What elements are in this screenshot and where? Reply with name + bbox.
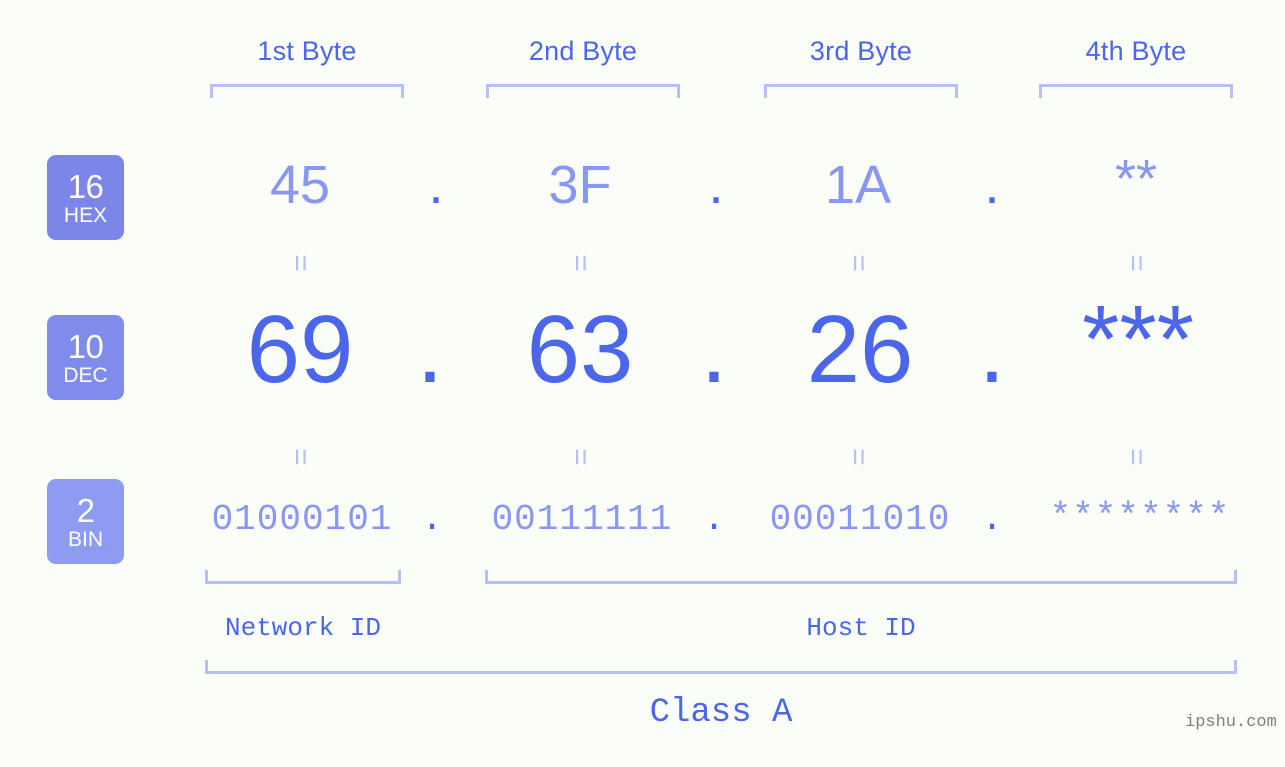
class-label: Class A (649, 694, 793, 732)
bin-byte-value-4: ******** (1049, 497, 1231, 538)
byte-header-label-2: 2nd Byte (528, 36, 638, 66)
dec-byte-value-1: 69 (246, 296, 354, 403)
bin-separator-3: . (981, 499, 1003, 540)
equals-sign-dec-bin-3: = (842, 448, 875, 466)
hex-separator-3: . (984, 155, 1000, 215)
base-badge-dec-number: 10 (67, 327, 104, 365)
equals-sign-hex-dec-1: = (284, 254, 317, 272)
hex-byte-value-4: ** (1114, 149, 1158, 209)
host-id-bracket (485, 570, 1237, 584)
hex-separator-2: . (708, 155, 724, 215)
network-id-bracket (205, 570, 401, 584)
hex-byte-value-2: 3F (548, 155, 612, 215)
equals-sign-hex-dec-3: = (842, 254, 875, 272)
equals-sign-hex-dec-4: = (1120, 254, 1153, 272)
base-badge-bin-number: 2 (76, 491, 95, 529)
site-watermark: ipshu.com (1185, 713, 1277, 732)
dec-byte-value-2: 63 (526, 296, 634, 403)
equals-sign-dec-bin-1: = (284, 448, 317, 466)
byte-header-label-3: 3rd Byte (809, 36, 913, 66)
base-badge-dec: 10 DEC (47, 315, 124, 400)
bin-separator-2: . (703, 499, 725, 540)
byte-bracket-1 (210, 84, 404, 98)
base-badge-bin: 2 BIN (47, 479, 124, 564)
dec-separator-1: . (416, 296, 444, 403)
dec-byte-value-3: 26 (806, 296, 914, 403)
class-bracket (205, 660, 1237, 674)
host-id-label: Host ID (806, 613, 916, 643)
ip-address-breakdown-diagram: 1st Byte 2nd Byte 3rd Byte 4th Byte 16 H… (0, 0, 1285, 767)
byte-header-label-1: 1st Byte (257, 36, 357, 66)
hex-byte-value-1: 45 (269, 155, 331, 215)
equals-sign-hex-dec-2: = (564, 254, 597, 272)
base-badge-hex-number: 16 (67, 167, 104, 205)
byte-bracket-4 (1039, 84, 1233, 98)
base-badge-hex-name: HEX (63, 203, 108, 227)
network-id-label: Network ID (224, 613, 382, 643)
bin-byte-value-1: 01000101 (211, 499, 393, 540)
bin-separator-1: . (421, 499, 443, 540)
hex-byte-value-3: 1A (824, 155, 892, 215)
base-badge-bin-name: BIN (67, 527, 103, 551)
equals-sign-dec-bin-4: = (1120, 448, 1153, 466)
dec-byte-value-4: *** (1081, 286, 1195, 393)
base-badge-hex: 16 HEX (47, 155, 124, 240)
equals-sign-dec-bin-2: = (564, 448, 597, 466)
bin-byte-value-3: 00011010 (769, 499, 951, 540)
byte-header-label-4: 4th Byte (1085, 36, 1187, 66)
hex-separator-1: . (428, 155, 444, 215)
bin-byte-value-2: 00111111 (491, 499, 673, 540)
base-badge-dec-name: DEC (63, 363, 108, 387)
byte-bracket-3 (764, 84, 958, 98)
dec-separator-3: . (978, 296, 1006, 403)
byte-bracket-2 (486, 84, 680, 98)
dec-separator-2: . (700, 296, 728, 403)
